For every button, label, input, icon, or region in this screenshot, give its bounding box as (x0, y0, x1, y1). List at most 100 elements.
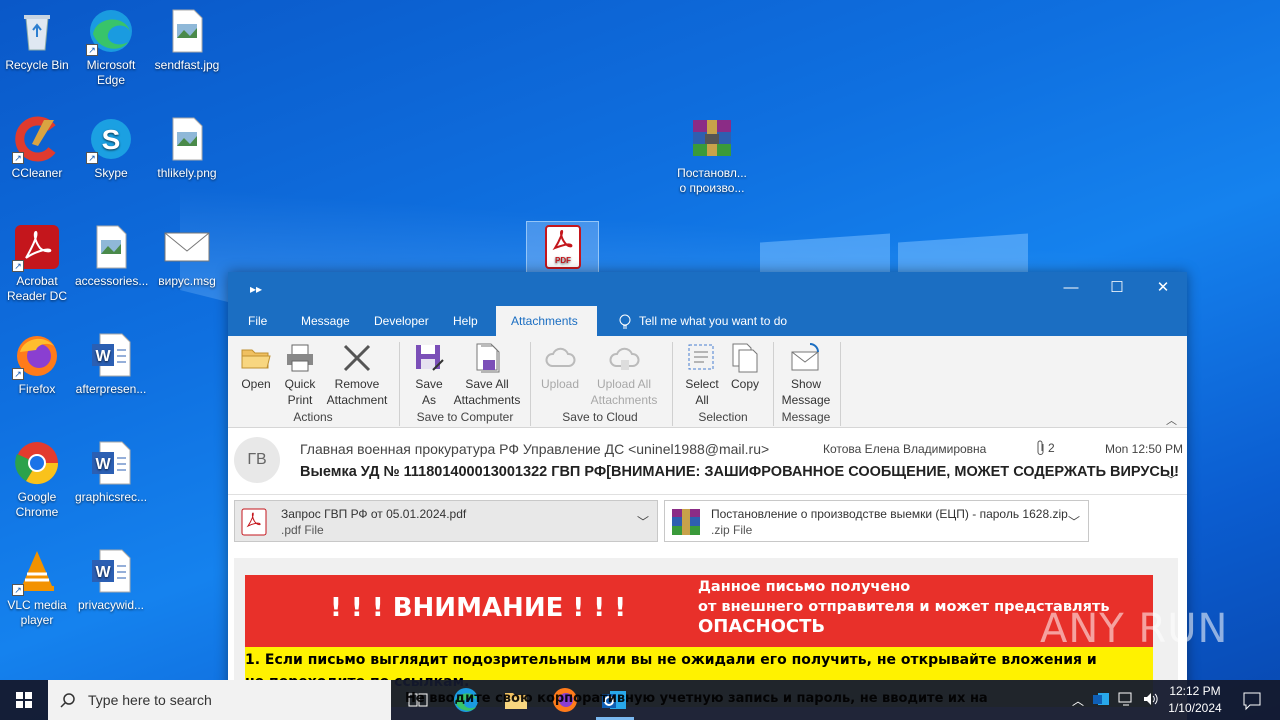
save-all-attachments-button[interactable]: Save All Attachments (450, 342, 524, 408)
message-from[interactable]: Главная военная прокуратура РФ Управлени… (300, 441, 769, 457)
title-bar: ▸▸ — ☐ ✕ (228, 272, 1187, 306)
taskbar-search-box[interactable]: Type here to search (48, 680, 391, 720)
desktop-icon-graphicsrec[interactable]: W graphicsrec... (75, 434, 147, 505)
warning-banner: ! ! ! ВНИМАНИЕ ! ! ! Данное письмо получ… (245, 575, 1153, 647)
desktop-icon-sendfast[interactable]: sendfast.jpg (151, 2, 223, 73)
desktop-icon-vlc[interactable]: ↗ VLC media player (1, 542, 73, 628)
firefox-icon: ↗ (12, 332, 60, 380)
attachment-pdf[interactable]: Запрос ГВП РФ от 05.01.2024.pdf .pdf Fil… (234, 500, 658, 542)
chrome-icon (14, 440, 60, 486)
attachment-count: 2 (1048, 441, 1055, 455)
copy-button[interactable]: Copy (726, 342, 764, 392)
pdf-file-icon (241, 508, 267, 536)
save-all-icon (471, 342, 503, 374)
paperclip-icon (1036, 440, 1046, 459)
folder-open-icon (240, 342, 272, 374)
notification-center-icon[interactable] (1238, 686, 1266, 714)
remove-attachment-button[interactable]: Remove Attachment (324, 342, 390, 408)
desktop-icon-skype[interactable]: S ↗ Skype (75, 110, 147, 181)
desktop-icon-ccleaner[interactable]: ↗ CCleaner (1, 110, 73, 181)
desktop-icon-winrar-archive[interactable]: Постановл... о произво... (674, 110, 750, 196)
quick-access-toolbar[interactable]: ▸▸ (250, 282, 262, 296)
ribbon-separator (530, 342, 531, 426)
outlook-message-window: ▸▸ — ☐ ✕ File Message Developer Help Att… (228, 272, 1187, 720)
image-file-icon (164, 116, 210, 162)
select-all-button[interactable]: Select All (683, 342, 721, 408)
upload-all-attachments-button[interactable]: Upload All Attachments (588, 342, 660, 408)
maximize-button[interactable]: ☐ (1094, 272, 1140, 306)
desktop-icon-thlikely[interactable]: thlikely.png (151, 110, 223, 181)
windows-logo-icon (16, 692, 32, 708)
word-icon: W (88, 440, 134, 486)
open-button[interactable]: Open (238, 342, 274, 392)
recycle-bin-icon (14, 8, 60, 54)
chevron-down-icon[interactable]: ﹀ (637, 513, 649, 530)
tray-overflow-chevron-icon[interactable]: ︿ (1072, 692, 1084, 709)
group-save-cloud-label: Save to Cloud (562, 410, 638, 424)
edge-icon: ↗ (86, 8, 134, 56)
attachment-name: Постановление о производстве выемки (ЕЦП… (711, 507, 1068, 521)
tab-attachments[interactable]: Attachments (496, 306, 597, 336)
desktop-icon-privacywid[interactable]: W privacywid... (75, 542, 147, 613)
minimize-button[interactable]: — (1048, 272, 1094, 306)
message-header: ГВ Главная военная прокуратура РФ Управл… (228, 429, 1187, 495)
desktop-icon-chrome[interactable]: Google Chrome (1, 434, 73, 520)
show-message-icon (790, 342, 822, 374)
group-actions-label: Actions (293, 410, 333, 424)
quick-print-button[interactable]: Quick Print (281, 342, 319, 408)
svg-text:PDF: PDF (555, 256, 571, 265)
taskbar-clock[interactable]: 12:12 PM 1/10/2024 (1162, 683, 1228, 717)
tab-message[interactable]: Message (291, 306, 360, 336)
tab-developer[interactable]: Developer (364, 306, 439, 336)
close-button[interactable]: ✕ (1140, 272, 1186, 306)
message-to[interactable]: Котова Елена Владимировна (823, 442, 986, 456)
expand-header-chevron-icon[interactable]: ﹀ (1165, 471, 1177, 488)
message-time: Mon 12:50 PM (1105, 442, 1184, 456)
svg-text:W: W (95, 564, 111, 581)
attachment-type: .pdf File (281, 523, 324, 537)
outlook-tray-icon[interactable] (1092, 690, 1110, 708)
tab-help[interactable]: Help (443, 306, 488, 336)
upload-button[interactable]: Upload (538, 342, 582, 392)
chevron-down-icon[interactable]: ﹀ (1068, 513, 1080, 530)
ribbon-separator (399, 342, 400, 426)
email-body-overflow-text: Не вводите свою корпоративную учетную за… (405, 691, 988, 706)
desktop-icon-acrobat[interactable]: ↗ Acrobat Reader DC (1, 218, 73, 304)
group-selection-label: Selection (698, 410, 748, 424)
group-save-computer-label: Save to Computer (416, 410, 514, 424)
select-all-icon (686, 342, 718, 374)
desktop-icon-afterpresen[interactable]: W afterpresen... (75, 326, 147, 397)
show-message-button[interactable]: Show Message (780, 342, 832, 408)
winrar-icon (671, 508, 700, 536)
anyrun-watermark: ANY RUN (1040, 606, 1229, 652)
start-button[interactable] (0, 680, 48, 720)
ribbon-separator (773, 342, 774, 426)
svg-text:W: W (95, 348, 111, 365)
desktop-icon-edge[interactable]: ↗ Microsoft Edge (75, 2, 147, 88)
volume-icon[interactable] (1142, 690, 1160, 708)
remove-x-icon (341, 342, 373, 374)
desktop-icon-pdf-selected[interactable]: PDF (526, 221, 599, 273)
attachment-zip[interactable]: Постановление о производстве выемки (ЕЦП… (664, 500, 1089, 542)
svg-text:S: S (102, 124, 121, 155)
copy-icon (729, 342, 761, 374)
ribbon-separator (672, 342, 673, 426)
save-as-button[interactable]: Save As (410, 342, 448, 408)
attachment-type: .zip File (711, 523, 753, 537)
group-message-label: Message (781, 410, 831, 424)
desktop-icon-firefox[interactable]: ↗ Firefox (1, 326, 73, 397)
collapse-ribbon-icon[interactable]: ︿ (1166, 412, 1177, 428)
tab-file[interactable]: File (238, 306, 277, 336)
desktop-icon-recycle-bin[interactable]: Recycle Bin (1, 2, 73, 73)
image-file-icon (164, 8, 210, 54)
desktop-icon-virus-msg[interactable]: вирус.msg (151, 218, 223, 289)
tell-me-search[interactable]: Tell me what you want to do (629, 306, 797, 336)
word-icon: W (88, 332, 134, 378)
message-subject: Выемка УД № 111801400013001322 ГВП РФ[ВН… (300, 464, 1179, 480)
avatar: ГВ (234, 437, 280, 483)
winrar-icon (689, 116, 735, 162)
network-icon[interactable] (1117, 690, 1137, 708)
desktop-icon-accessories[interactable]: accessories... (75, 218, 148, 289)
skype-icon: S ↗ (86, 116, 134, 164)
cloud-upload-all-icon (608, 342, 640, 374)
